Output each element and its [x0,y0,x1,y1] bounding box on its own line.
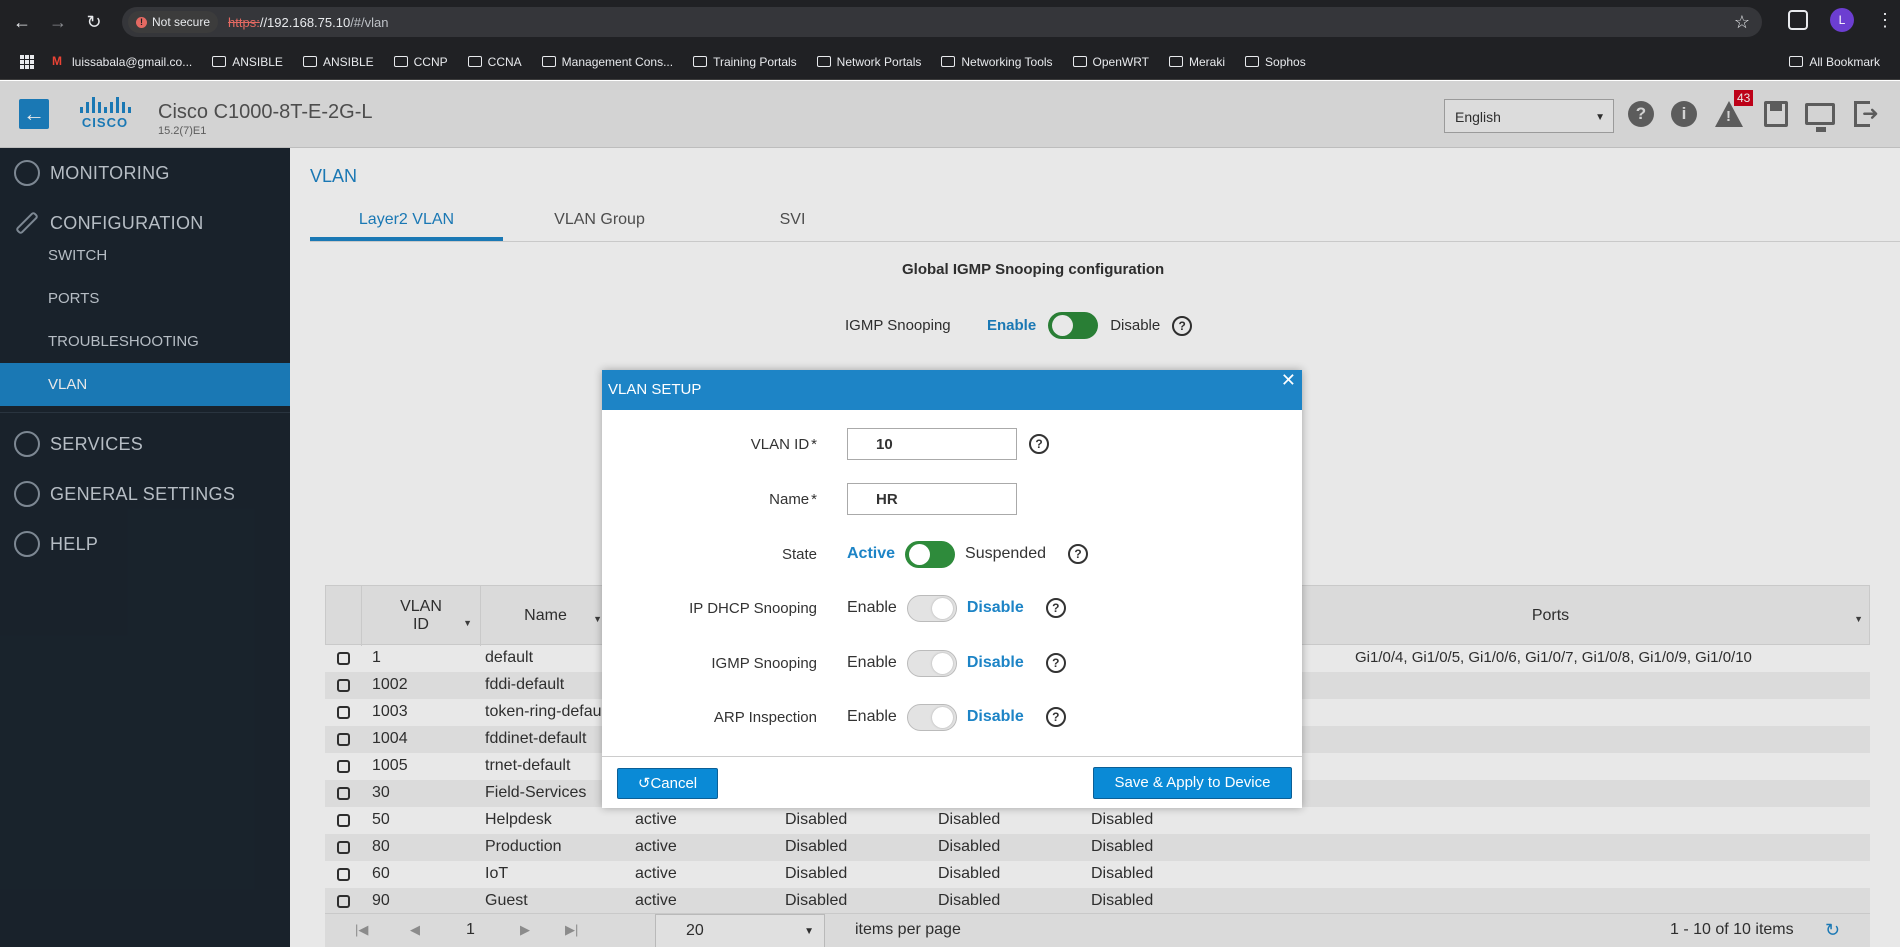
folder-icon [302,56,317,67]
url-text[interactable]: https://192.168.75.10/#/vlan [228,15,388,30]
bookmark-label: CCNP [413,54,448,69]
bookmark-label: OpenWRT [1092,54,1149,69]
bookmark-star-icon[interactable]: ☆ [1734,12,1750,33]
bookmark-gmail[interactable]: Mluissabala@gmail.co... [52,55,192,69]
browser-toolbar: ← → ↻ ! Not secure https://192.168.75.10… [0,0,1900,44]
bookmark-folder[interactable]: ANSIBLE [302,54,374,69]
folder-icon [1072,56,1087,67]
gmail-icon: M [52,54,62,68]
warning-icon: ! [136,16,147,28]
bookmark-label: luissabala@gmail.co... [72,54,193,69]
disable-label: Disable [966,654,1024,671]
url-protocol: https: [228,14,260,30]
igmp-snooping-toggle[interactable] [906,649,957,677]
bookmark-label: ANSIBLE [322,54,374,69]
enable-label: Enable [847,654,897,671]
arp-inspection-label: ARP Inspection [713,708,817,726]
bookmark-folder[interactable]: Training Portals [693,55,797,69]
help-icon[interactable]: ? [1045,653,1066,673]
dhcp-snooping-label: IP DHCP Snooping [689,599,817,617]
extensions-icon[interactable] [1788,10,1808,30]
bookmark-label: Networking Tools [961,54,1053,69]
all-bookmarks[interactable]: All Bookmark [1789,55,1880,69]
vlan-id-input[interactable] [847,428,1017,460]
undo-icon: ↺ [637,775,651,792]
cancel-label: Cancel [650,775,698,792]
state-row: State Active Suspended ? [602,538,1302,570]
bookmark-label: All Bookmark [1809,54,1880,69]
profile-avatar[interactable]: L [1830,8,1854,32]
help-icon[interactable]: ? [1068,544,1088,564]
bookmark-folder[interactable]: Sophos [1245,55,1306,69]
bookmark-label: Sophos [1265,54,1306,69]
bookmark-folder[interactable]: Network Portals [816,54,922,69]
dialog-header: VLAN SETUP ✕ [602,370,1302,410]
igmp-snooping-row: IGMP Snooping Enable Disable ? [602,647,1302,679]
vlan-id-label: VLAN ID * [750,435,817,453]
dhcp-snooping-toggle[interactable] [906,594,957,622]
name-input[interactable] [847,483,1017,515]
state-active-label: Active [847,545,896,562]
folder-icon [941,56,956,67]
help-icon[interactable]: ? [1045,598,1066,618]
url-path: /#/vlan [350,14,389,30]
bookmark-folder[interactable]: OpenWRT [1072,54,1149,69]
save-apply-button[interactable]: Save & Apply to Device [1093,767,1292,799]
folder-icon [816,56,831,67]
bookmark-folder[interactable]: Management Cons... [541,54,674,69]
apps-grid-icon[interactable] [20,54,34,69]
folder-icon [693,56,708,67]
bookmark-folder[interactable]: CCNP [393,54,448,69]
disable-label: Disable [966,599,1024,616]
reload-icon[interactable]: ↻ [80,8,108,36]
bookmark-folder[interactable]: ANSIBLE [212,55,283,69]
bookmark-folder[interactable]: CCNA [467,54,522,69]
name-row: Name * [602,483,1302,515]
folder-icon [1789,56,1804,67]
bookmark-label: ANSIBLE [232,54,283,69]
bookmark-folder[interactable]: Meraki [1169,55,1225,69]
dialog-footer: ↺Cancel Save & Apply to Device [602,756,1302,808]
menu-kebab-icon[interactable]: ⋮ [1876,10,1894,31]
back-arrow-icon[interactable]: ← [8,8,36,36]
folder-icon [467,56,482,67]
bookmark-label: Meraki [1189,54,1226,69]
url-host: //192.168.75.10 [259,14,351,30]
folder-icon [541,56,556,67]
help-icon[interactable]: ? [1045,707,1066,727]
help-icon[interactable]: ? [1029,434,1049,454]
state-suspended-label: Suspended [965,545,1046,562]
vlan-setup-dialog: VLAN SETUP ✕ VLAN ID* ? Name* State Acti… [602,370,1302,808]
bookmark-label: Training Portals [713,54,797,69]
bookmark-label: Network Portals [836,54,922,69]
bookmark-label: CCNA [487,54,522,69]
bookmark-label: Management Cons... [561,54,674,69]
dialog-title: VLAN SETUP [608,381,702,398]
vlan-id-row: VLAN ID* ? [602,428,1302,460]
folder-icon [393,56,408,67]
igmp-snooping-label: IGMP Snooping [711,654,817,672]
disable-label: Disable [966,708,1024,725]
state-toggle[interactable] [905,540,956,568]
cancel-button[interactable]: ↺Cancel [617,768,718,799]
enable-label: Enable [847,708,897,725]
dhcp-snooping-row: IP DHCP Snooping Enable Disable ? [602,592,1302,624]
name-label: Name * [769,490,817,508]
address-bar[interactable]: ! Not secure https://192.168.75.10/#/vla… [122,7,1762,37]
bookmark-folder[interactable]: Networking Tools [941,54,1053,69]
folder-icon [212,56,227,67]
arp-inspection-toggle[interactable] [906,703,957,731]
folder-icon [1245,56,1260,67]
arp-inspection-row: ARP Inspection Enable Disable ? [602,701,1302,733]
security-chip[interactable]: ! Not secure [128,11,219,33]
bookmarks-bar: Mluissabala@gmail.co... ANSIBLE ANSIBLE … [0,44,1900,80]
state-label: State [781,545,817,563]
close-icon[interactable]: ✕ [1281,370,1296,391]
security-label: Not secure [152,15,211,29]
enable-label: Enable [847,599,897,616]
folder-icon [1169,56,1183,67]
forward-arrow-icon[interactable]: → [44,8,72,36]
